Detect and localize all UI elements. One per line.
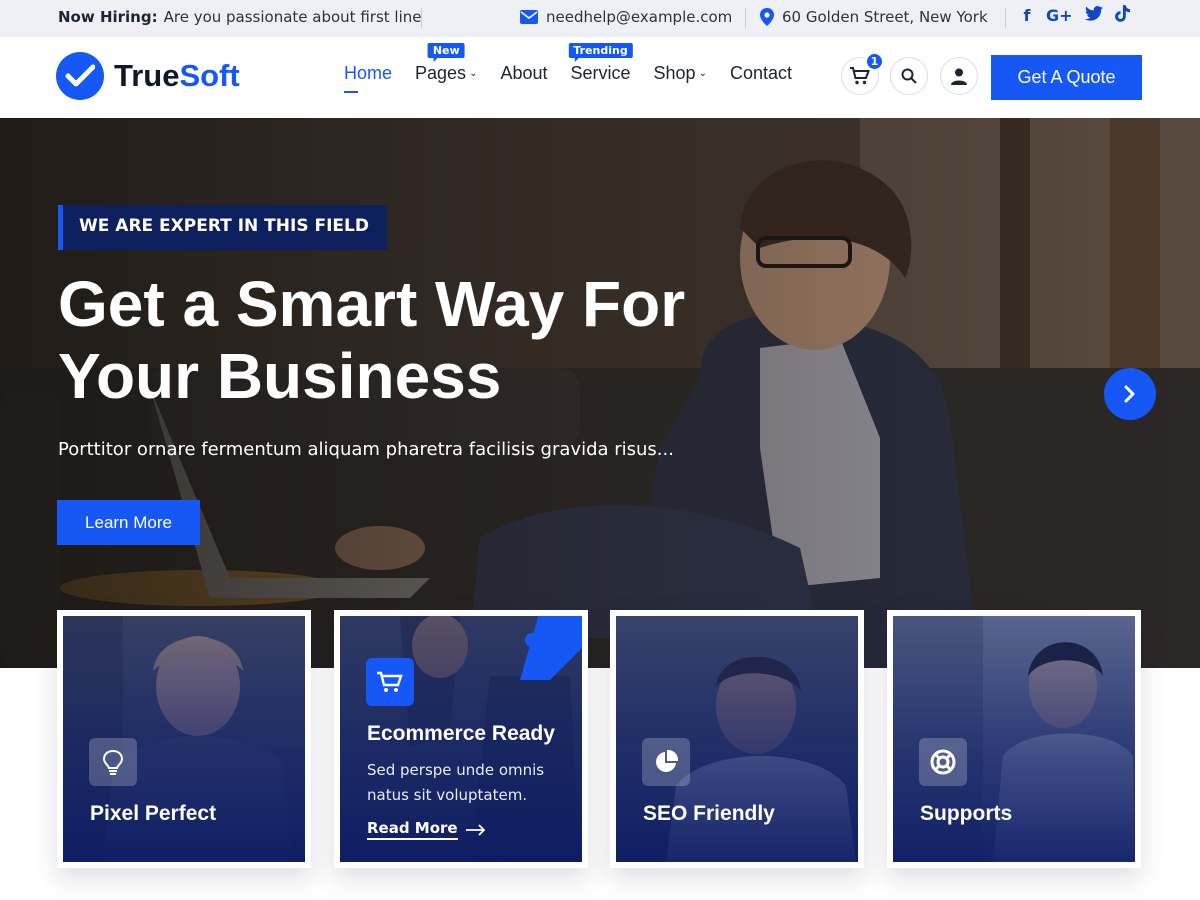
twitter-icon[interactable]: [1084, 6, 1103, 25]
trending-badge: Trending: [568, 43, 633, 62]
nav-item-contact[interactable]: Contact: [730, 63, 792, 84]
email-text: needhelp@example.com: [546, 8, 733, 26]
address-text: 60 Golden Street, New York: [782, 8, 988, 26]
divider: [1005, 8, 1006, 28]
main-nav: Home New Pages ⌄ About Trending Service S…: [344, 43, 792, 93]
cart-count-badge: 1: [865, 52, 884, 71]
hiring-label: Now Hiring:: [58, 8, 158, 26]
nav-item-pages[interactable]: New Pages ⌄: [415, 43, 478, 84]
hiring-text: Are you passionate about first line: [163, 8, 422, 26]
card-title: SEO Friendly: [643, 802, 775, 825]
cart-icon: [850, 67, 870, 85]
feature-card-supports[interactable]: Supports: [887, 610, 1141, 868]
nav-item-service[interactable]: Trending Service: [568, 43, 633, 84]
nav-item-about[interactable]: About: [500, 63, 547, 84]
email-contact[interactable]: needhelp@example.com: [520, 8, 732, 26]
card-title: Ecommerce Ready: [367, 722, 555, 745]
hero-tagline: WE ARE EXPERT IN THIS FIELD: [58, 205, 387, 250]
divider: [745, 8, 746, 28]
chevron-down-icon: ⌄: [469, 68, 478, 79]
read-more-link[interactable]: Read More: [367, 819, 486, 840]
lifebuoy-icon: [919, 738, 967, 786]
feature-card-seo-friendly[interactable]: SEO Friendly: [610, 610, 864, 868]
logo[interactable]: TrueSoft: [56, 52, 240, 100]
feature-card-pixel-perfect[interactable]: Pixel Perfect: [57, 610, 311, 868]
card-description: Sed perspe unde omnis natus sit voluptat…: [367, 761, 545, 804]
new-badge: New: [427, 43, 465, 62]
cart-icon: [366, 658, 414, 706]
lightbulb-icon: [89, 738, 137, 786]
hero-title: Get a Smart Way For Your Business: [58, 268, 686, 412]
nav-item-shop[interactable]: Shop ⌄: [654, 63, 707, 84]
hero-section: WE ARE EXPERT IN THIS FIELD Get a Smart …: [0, 118, 1200, 668]
arrow-right-icon: [465, 823, 485, 836]
mail-icon: [520, 10, 538, 24]
social-links: f G+: [1020, 5, 1130, 26]
hero-description: Porttitor ornare fermentum aliquam phare…: [58, 439, 674, 460]
user-icon: [951, 68, 967, 85]
checkmark-logo-icon: [56, 52, 104, 100]
cart-button[interactable]: 1: [841, 52, 884, 95]
chevron-right-icon: [1124, 385, 1135, 403]
slider-next-button[interactable]: [1104, 368, 1156, 420]
nav-item-home[interactable]: Home: [344, 63, 392, 93]
decorative-shape: [520, 616, 582, 680]
tiktok-icon[interactable]: [1114, 5, 1130, 26]
main-header: TrueSoft Home New Pages ⌄ About Trending …: [0, 37, 1200, 118]
card-title: Pixel Perfect: [90, 802, 217, 825]
hiring-notice[interactable]: Now Hiring: Are you passionate about firs…: [58, 8, 421, 26]
learn-more-button[interactable]: Learn More: [57, 500, 200, 545]
pie-chart-icon: [642, 738, 690, 786]
feature-card-ecommerce-ready[interactable]: Ecommerce Ready Sed perspe unde omnis na…: [334, 610, 588, 868]
chevron-down-icon: ⌄: [698, 68, 707, 79]
top-bar: Now Hiring: Are you passionate about firs…: [0, 0, 1200, 37]
card-title: Supports: [920, 802, 1013, 825]
search-button[interactable]: [890, 57, 928, 95]
divider: [421, 8, 422, 28]
address-contact: 60 Golden Street, New York: [760, 8, 988, 26]
facebook-icon[interactable]: f: [1020, 6, 1034, 25]
logo-text: TrueSoft: [114, 58, 240, 93]
search-icon: [901, 68, 917, 84]
google-plus-icon[interactable]: G+: [1046, 6, 1073, 25]
location-pin-icon: [760, 8, 774, 26]
account-button[interactable]: [940, 57, 978, 95]
get-quote-button[interactable]: Get A Quote: [991, 55, 1142, 100]
